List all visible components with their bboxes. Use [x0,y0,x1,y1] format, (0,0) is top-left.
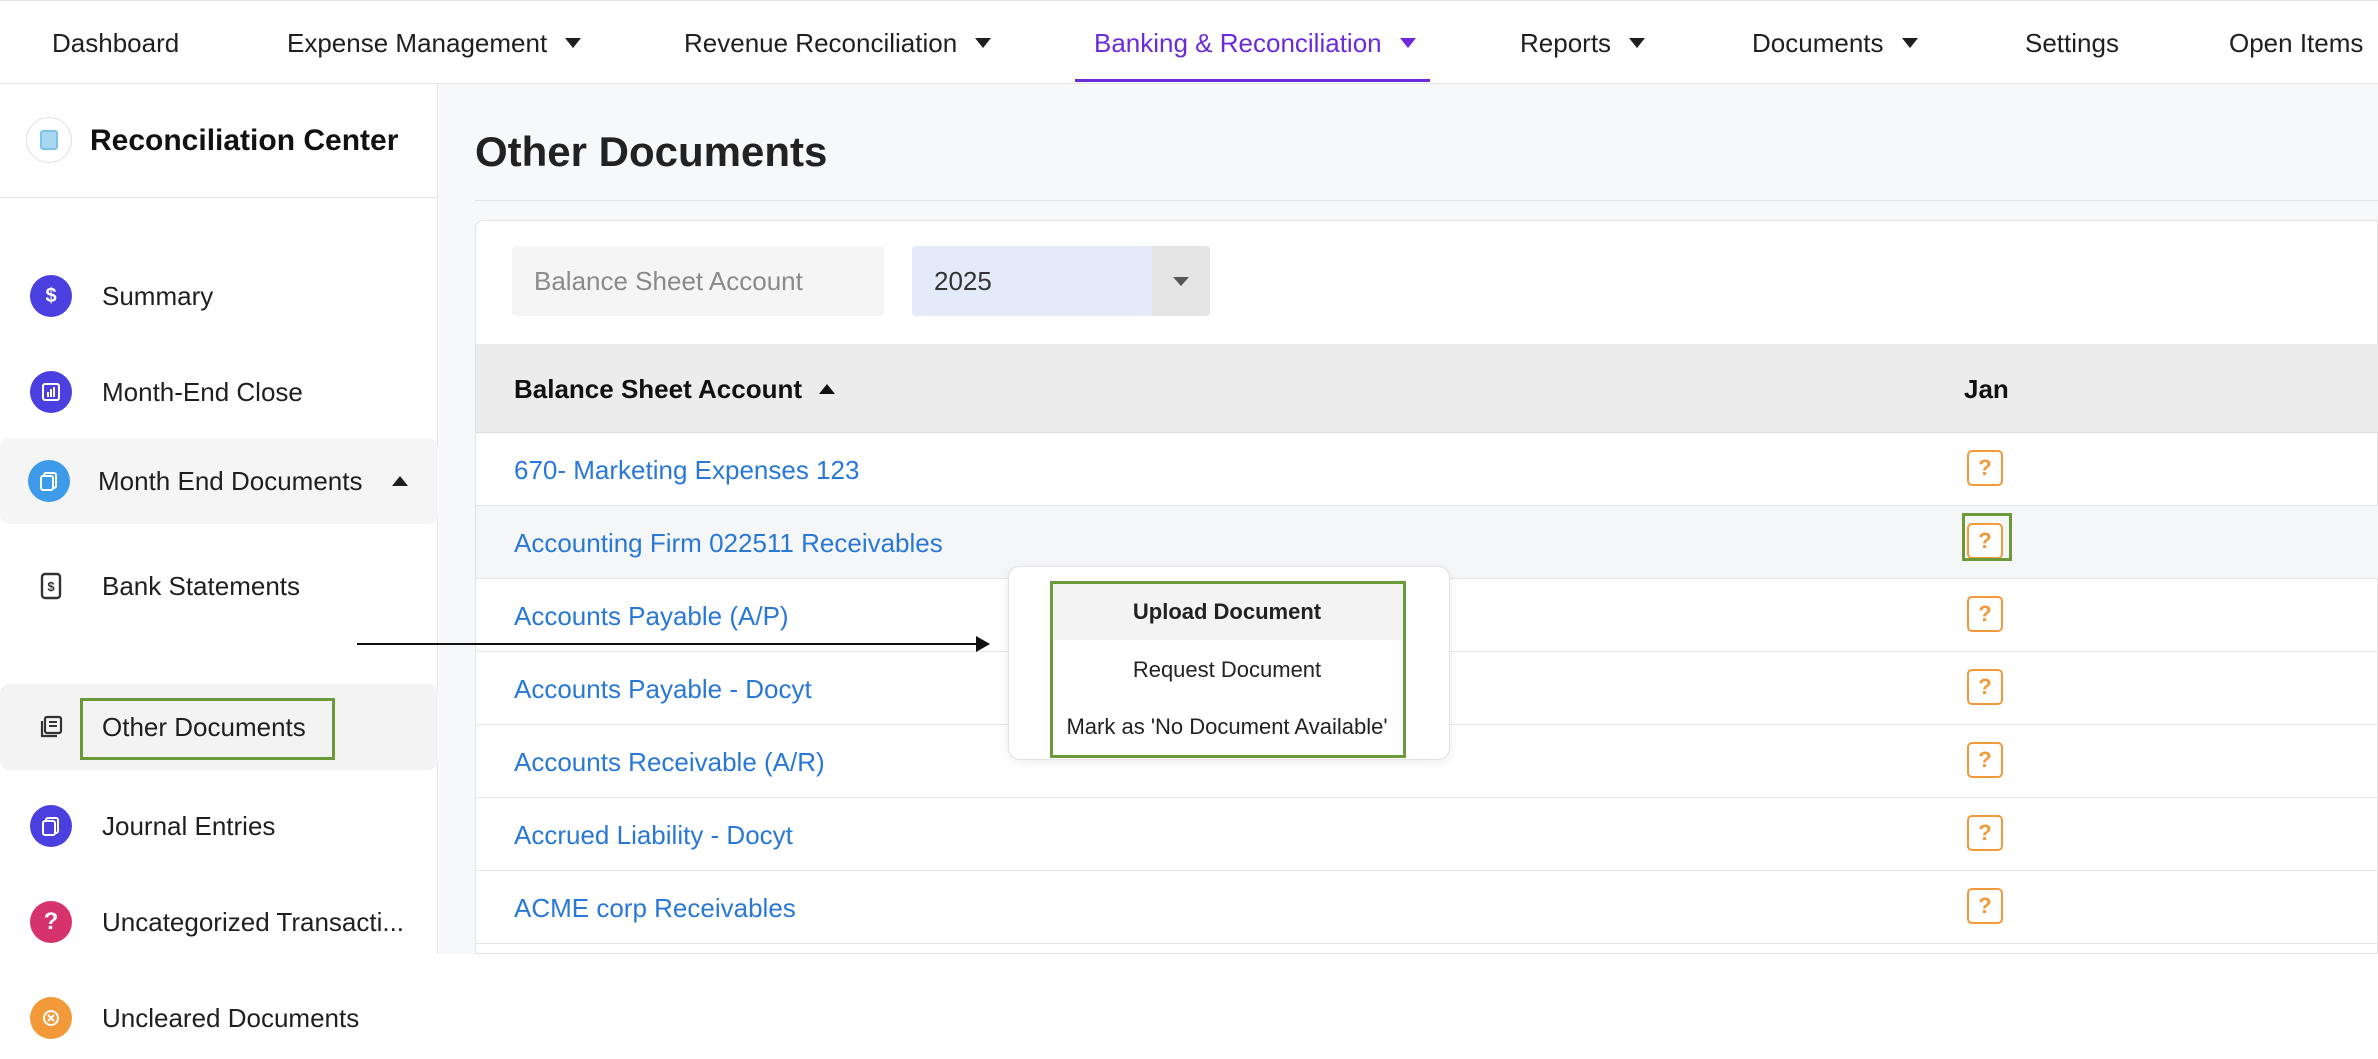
sidebar-item-uncleared-documents[interactable]: Uncleared Documents [0,977,438,1059]
sidebar-item-label: Uncleared Documents [102,1002,360,1033]
uncleared-icon [30,997,72,1039]
journal-icon [30,805,72,847]
reconciliation-logo-icon [26,117,72,163]
other-docs-icon [30,706,72,748]
table-header: Balance Sheet Account Jan [476,344,2378,433]
highlight-menu [1050,581,1406,758]
sidebar-item-month-end-close[interactable]: Month-End Close [0,351,438,433]
caret-down-icon [1173,276,1189,286]
nav-documents[interactable]: Documents [1752,1,1918,85]
year-select[interactable]: 2025 [912,246,1210,316]
sidebar-item-journal-entries[interactable]: Journal Entries [0,785,438,867]
missing-document-icon[interactable]: ? [1967,596,2003,632]
dollar-doc-icon: $ [30,275,72,317]
chart-icon [30,371,72,413]
nav-label: Expense Management [287,27,548,58]
documents-icon [28,460,70,502]
divider [475,200,2378,201]
missing-document-icon[interactable]: ? [1967,888,2003,924]
nav-label: Revenue Reconciliation [684,27,958,58]
sidebar-item-label: Month End Documents [98,465,363,496]
table-row: Accrued Liability - Docyt ? [476,798,2378,871]
missing-document-icon[interactable]: ? [1967,450,2003,486]
caret-down-icon [1901,38,1918,48]
missing-document-icon[interactable]: ? [1967,815,2003,851]
nav-banking-reconciliation[interactable]: Banking & Reconciliation [1094,1,1416,85]
year-value: 2025 [934,265,992,296]
nav-label: Settings [2025,27,2119,58]
sidebar-item-summary[interactable]: $ Summary [0,255,438,337]
sidebar-item-label: Summary [102,280,214,311]
nav-settings[interactable]: Settings [2025,1,2119,85]
sidebar: Reconciliation Center $ Summary Month-En… [0,84,438,1039]
column-header-account[interactable]: Balance Sheet Account [514,374,802,405]
top-navigation: Dashboard Expense Management Revenue Rec… [0,0,2378,84]
caret-down-icon [1629,38,1646,48]
balance-sheet-account-filter[interactable] [512,246,884,316]
document-action-menu: Upload Document Request Document Mark as… [1008,566,1450,760]
sidebar-title: Reconciliation Center [90,124,399,157]
table-row: 670- Marketing Expenses 123 ? [476,433,2378,506]
missing-document-icon[interactable]: ? [1967,669,2003,705]
sidebar-item-label: Journal Entries [102,810,276,841]
column-header-jan: Jan [1964,374,2009,404]
caret-down-icon [1399,38,1416,48]
nav-label: Open Items [2229,27,2364,58]
account-link[interactable]: Accounting Firm 022511 Receivables [514,528,943,559]
account-link[interactable]: 670- Marketing Expenses 123 [514,455,859,486]
table-row: ACME corp Receivables ? [476,871,2378,944]
year-dropdown-button[interactable] [1152,246,1210,316]
account-link[interactable]: Accrued Liability - Docyt [514,820,793,851]
nav-expense-management[interactable]: Expense Management [287,1,582,85]
annotation-arrow-head-icon [976,636,990,652]
highlight-jan-badge [1962,513,2012,561]
caret-down-icon [975,38,992,48]
active-tab-indicator [1075,79,1430,82]
sidebar-item-label: Bank Statements [102,570,300,601]
nav-label: Dashboard [52,27,180,58]
sidebar-item-label: Uncategorized Transacti... [102,906,405,937]
nav-dashboard[interactable]: Dashboard [52,1,179,85]
nav-label: Documents [1752,27,1884,58]
question-icon: ? [30,901,72,943]
nav-label: Reports [1520,27,1612,58]
chevron-up-icon [392,476,408,486]
page-title: Other Documents [475,128,828,175]
sort-ascending-icon[interactable] [819,384,835,394]
highlight-other-documents [80,698,335,760]
account-link[interactable]: ACME corp Receivables [514,893,796,924]
svg-text:$: $ [47,579,55,594]
sidebar-item-uncategorized-transactions[interactable]: ? Uncategorized Transacti... [0,881,438,963]
account-link[interactable]: Accounts Receivable (A/R) [514,747,825,778]
sidebar-item-month-end-documents[interactable]: Month End Documents [0,438,438,524]
sidebar-item-bank-statements[interactable]: $ Bank Statements [0,545,438,627]
nav-open-items[interactable]: Open Items [2229,1,2363,85]
account-link[interactable]: Accounts Payable - Docyt [514,674,812,705]
annotation-arrow-line [357,643,979,645]
missing-document-icon[interactable]: ? [1967,742,2003,778]
main-content: Other Documents 2025 Balance Sheet Accou… [439,84,2378,954]
account-link[interactable]: Accounts Payable (A/P) [514,601,789,632]
nav-reports[interactable]: Reports [1520,1,1646,85]
sidebar-header: Reconciliation Center [0,84,438,198]
statement-icon: $ [30,565,72,607]
caret-down-icon [565,38,582,48]
nav-label: Banking & Reconciliation [1094,27,1382,58]
sidebar-item-label: Month-End Close [102,376,303,407]
nav-revenue-reconciliation[interactable]: Revenue Reconciliation [684,1,992,85]
